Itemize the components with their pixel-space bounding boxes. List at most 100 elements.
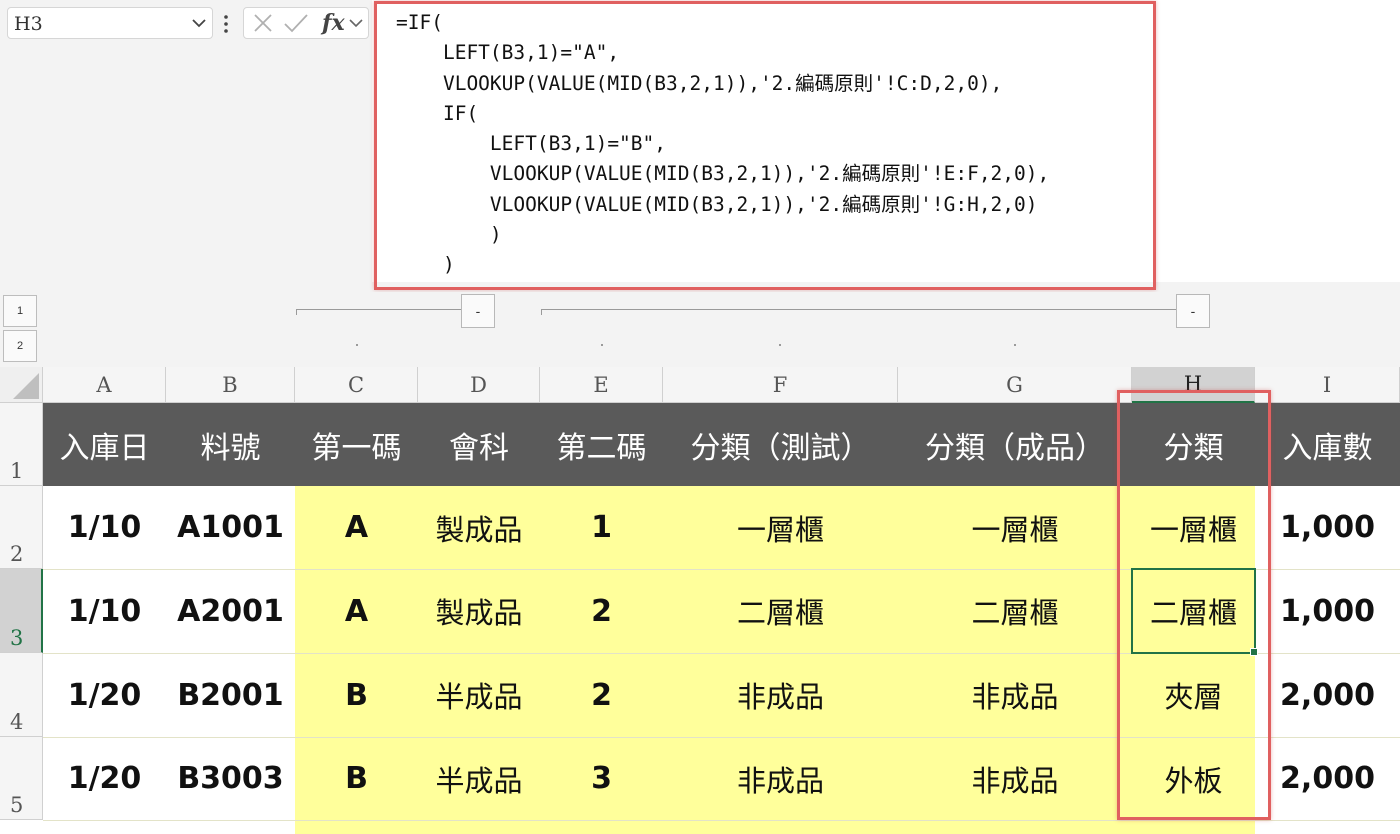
cell-d2[interactable]: 製成品 [418, 486, 540, 569]
outline-dot [356, 344, 358, 346]
header-cell-g[interactable]: 分類（成品） [898, 403, 1132, 486]
cell-e5[interactable]: 3 [540, 737, 663, 820]
formula-line: VLOOKUP(VALUE(MID(B3,2,1)),'2.編碼原則'!C:D,… [396, 71, 1003, 95]
column-header-f[interactable]: F [663, 367, 898, 403]
select-all-corner[interactable] [0, 367, 43, 403]
cell-e2[interactable]: 1 [540, 486, 663, 569]
name-box-value: H3 [14, 13, 43, 35]
more-vertical-icon[interactable] [222, 12, 230, 36]
cell-i5[interactable]: 2,000 [1255, 737, 1400, 820]
formula-line: IF( [396, 101, 479, 125]
outline-dot [779, 344, 781, 346]
check-icon[interactable] [282, 8, 310, 38]
column-header-g[interactable]: G [898, 367, 1132, 403]
cell-a4[interactable]: 1/20 [43, 653, 166, 737]
cell-b5[interactable]: B3003 [166, 737, 295, 820]
header-cell-i[interactable]: 入庫數 [1255, 403, 1400, 486]
outline-bar: 1 2 - - [0, 292, 1400, 367]
header-cell-a[interactable]: 入庫日 [43, 403, 166, 486]
cell-a2[interactable]: 1/10 [43, 486, 166, 569]
cell-h2[interactable]: 一層櫃 [1132, 486, 1255, 569]
collapse-group-1-button[interactable]: - [461, 294, 495, 328]
chevron-down-icon[interactable] [348, 8, 364, 38]
formula-line: LEFT(B3,1)="A", [396, 41, 620, 65]
cell-f3[interactable]: 二層櫃 [663, 569, 898, 653]
column-header-c[interactable]: C [295, 367, 418, 403]
cell-b3[interactable]: A2001 [166, 569, 295, 653]
cell-c2[interactable]: A [295, 486, 418, 569]
cell-f5[interactable]: 非成品 [663, 737, 898, 820]
cell-d5[interactable]: 半成品 [418, 737, 540, 820]
row-header-5[interactable]: 5 [0, 737, 43, 820]
column-header-b[interactable]: B [166, 367, 295, 403]
cell-f2[interactable]: 一層櫃 [663, 486, 898, 569]
column-header-i[interactable]: I [1255, 367, 1400, 403]
row-header-4[interactable]: 4 [0, 653, 43, 737]
cell-c3[interactable]: A [295, 569, 418, 653]
cell-d4[interactable]: 半成品 [418, 653, 540, 737]
column-header-e[interactable]: E [540, 367, 663, 403]
header-cell-c[interactable]: 第一碼 [295, 403, 418, 486]
row-header-label: 5 [10, 793, 24, 817]
row-header-label: 2 [10, 542, 24, 566]
formula-line: =IF( [396, 11, 443, 34]
worksheet-grid: A B C D E F G H I 1 2 3 4 5 入庫日 料號 第一碼 會科 第二碼 分類（測試） 分類（成品）分… [0, 367, 1400, 834]
header-cell-f[interactable]: 分類（測試） [663, 403, 898, 486]
row-header-2[interactable]: 2 [0, 486, 43, 569]
header-cell-e[interactable]: 第二碼 [540, 403, 663, 486]
fill-handle[interactable] [1250, 648, 1258, 656]
cell-c4[interactable]: B [295, 653, 418, 737]
group-bracket-1 [296, 309, 461, 310]
chevron-down-icon[interactable] [192, 17, 206, 29]
row-header-3[interactable]: 3 [0, 569, 43, 653]
cell-i4[interactable]: 2,000 [1255, 653, 1400, 737]
header-cell-b[interactable]: 料號 [166, 403, 295, 486]
row-header-1[interactable]: 1 [0, 403, 43, 486]
cell-i2[interactable]: 1,000 [1255, 486, 1400, 569]
row-header-label: 4 [10, 710, 24, 734]
formula-line: LEFT(B3,1)="B", [396, 132, 667, 156]
formula-line: VLOOKUP(VALUE(MID(B3,2,1)),'2.編碼原則'!G:H,… [396, 192, 1038, 216]
cell-d3[interactable]: 製成品 [418, 569, 540, 653]
row-header-label: 3 [10, 626, 24, 650]
formula-line: VLOOKUP(VALUE(MID(B3,2,1)),'2.編碼原則'!E:F,… [396, 162, 1050, 186]
cell-b4[interactable]: B2001 [166, 653, 295, 737]
column-header-d[interactable]: D [418, 367, 540, 403]
group-bracket-2 [541, 309, 1176, 310]
name-box[interactable]: H3 [7, 7, 213, 39]
column-header-a[interactable]: A [43, 367, 166, 403]
header-cell-d[interactable]: 會科 [418, 403, 540, 486]
formula-line: ) [396, 253, 455, 277]
cell-b2[interactable]: A1001 [166, 486, 295, 569]
formula-line: ) [396, 223, 502, 247]
row-header-label: 1 [10, 459, 24, 483]
formula-buttons: fx [243, 7, 369, 39]
cell-a5[interactable]: 1/20 [43, 737, 166, 820]
formula-bar: H3 fx =IF( LEFT(B3,1)="A", VLOOKUP(VALUE… [0, 0, 1400, 292]
column-header-h[interactable]: H [1132, 367, 1255, 403]
cell-h5[interactable]: 外板 [1132, 737, 1255, 820]
cell-g4[interactable]: 非成品 [898, 653, 1132, 737]
outline-dot [601, 344, 603, 346]
cell-e3[interactable]: 2 [540, 569, 663, 653]
cell-a3[interactable]: 1/10 [43, 569, 166, 653]
cell-h4[interactable]: 夾層 [1132, 653, 1255, 737]
cell-g5[interactable]: 非成品 [898, 737, 1132, 820]
header-cell-h[interactable]: 分類 [1132, 403, 1255, 486]
cell-g3[interactable]: 二層櫃 [898, 569, 1132, 653]
group-bracket-1-tick [296, 309, 297, 315]
outline-level-1-button[interactable]: 1 [3, 295, 37, 327]
collapse-group-2-button[interactable]: - [1176, 294, 1210, 328]
outline-level-2-button[interactable]: 2 [3, 330, 37, 362]
group-bracket-2-tick [541, 309, 542, 315]
outline-dot [1014, 344, 1016, 346]
formula-text: =IF( LEFT(B3,1)="A", VLOOKUP(VALUE(MID(B… [396, 8, 1049, 281]
function-icon[interactable]: fx [322, 10, 345, 36]
cell-e4[interactable]: 2 [540, 653, 663, 737]
cell-c5[interactable]: B [295, 737, 418, 820]
cell-g2[interactable]: 一層櫃 [898, 486, 1132, 569]
cell-i3[interactable]: 1,000 [1255, 569, 1400, 653]
cell-f4[interactable]: 非成品 [663, 653, 898, 737]
close-icon[interactable] [250, 8, 276, 38]
formula-input[interactable]: =IF( LEFT(B3,1)="A", VLOOKUP(VALUE(MID(B… [372, 0, 1400, 282]
